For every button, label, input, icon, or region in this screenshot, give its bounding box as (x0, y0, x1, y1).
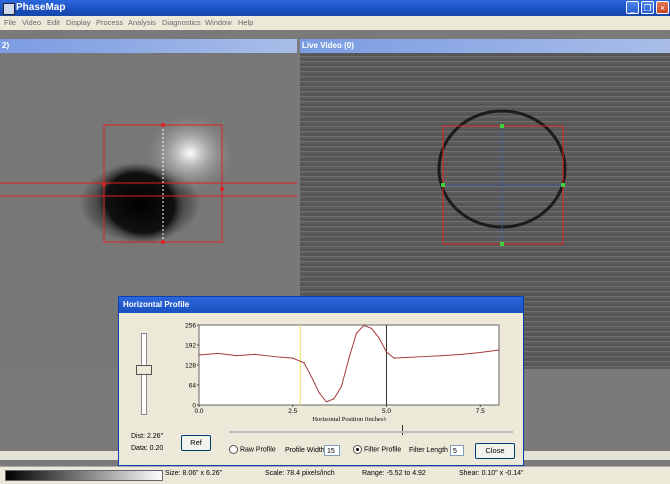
status-scale: Scale: 78.4 pixels/inch (265, 470, 335, 477)
dist-label: Dist: 2.26" (131, 433, 164, 440)
profile-slider-track[interactable] (229, 431, 513, 433)
y-tick-label: 64 (189, 383, 197, 390)
status-range: Range: -5.52 to 4.92 (362, 470, 426, 477)
profile-point (310, 376, 313, 378)
profile-chart: 0641281922560.0 2.5 5.0 7.5Horizontal Posit… (177, 321, 507, 421)
profile-point (333, 398, 335, 400)
app-title: PhaseMap (16, 2, 66, 13)
profile-point (385, 351, 388, 353)
profile-point (254, 353, 256, 355)
status-bar: Size: 8.06" x 6.26" Scale: 78.4 pixels/i… (0, 466, 670, 484)
menu-file[interactable]: File (4, 18, 16, 27)
y-tick-label: 128 (185, 363, 196, 370)
x-tick-label: 2.5 (288, 408, 297, 415)
raw-profile-label: Raw Profile (239, 446, 276, 454)
grayscale-colorbar (5, 470, 163, 481)
profile-point (498, 349, 500, 351)
profile-point (355, 332, 358, 334)
x-tick-label: 0.0 (194, 408, 203, 415)
filter-length-input[interactable]: 5 (450, 445, 464, 456)
raw-profile-option[interactable]: Raw Profile (229, 445, 276, 454)
profile-point (442, 355, 444, 357)
menu-bar: File Video Edit Display Process Analysis… (0, 16, 670, 30)
app-icon (3, 3, 15, 15)
profile-slider-thumb[interactable] (402, 425, 403, 435)
y-tick-label: 256 (185, 323, 196, 330)
profile-point (303, 362, 305, 364)
menu-help[interactable]: Help (238, 18, 253, 27)
live-video-window-title: Live Video (0) (300, 39, 670, 53)
profile-point (370, 327, 373, 330)
phase-map-window-title: 2) (0, 39, 297, 53)
y-tick-label: 192 (185, 343, 196, 350)
menu-edit[interactable]: Edit (47, 18, 60, 27)
close-dialog-button[interactable]: Close (475, 443, 515, 459)
title-bar: PhaseMap _ ❐ × (0, 0, 670, 16)
close-button[interactable]: × (656, 1, 669, 14)
status-shear: Shear: 0.10" x -0.14" (459, 470, 524, 477)
raw-profile-radio[interactable] (229, 445, 238, 454)
plot-area (198, 324, 500, 406)
menu-video[interactable]: Video (22, 18, 41, 27)
x-tick-label: 5.0 (382, 408, 391, 415)
profile-point (460, 353, 463, 355)
profile-point (340, 385, 343, 387)
x-axis-label: Horizontal Position (inches) (312, 416, 385, 421)
profile-point (378, 337, 380, 339)
profile-width-input[interactable]: 15 (324, 445, 340, 456)
profile-point (363, 324, 365, 326)
minimize-button[interactable]: _ (626, 1, 639, 14)
profile-point (348, 357, 350, 359)
profile-point (292, 357, 294, 359)
profile-point (273, 355, 275, 358)
dialog-title: Horizontal Profile (119, 297, 523, 313)
menu-window[interactable]: Window (205, 18, 232, 27)
filter-profile-radio[interactable] (353, 445, 362, 454)
filter-length-label: Filter Length (409, 447, 448, 454)
profile-point (325, 401, 328, 403)
profile-point (318, 391, 320, 394)
filter-profile-option[interactable]: Filter Profile (353, 445, 401, 454)
status-size: Size: 8.06" x 6.26" (165, 470, 223, 477)
profile-width-label: Profile Width (285, 447, 325, 454)
filter-profile-label: Filter Profile (363, 446, 402, 454)
ref-button[interactable]: Ref (181, 435, 211, 451)
profile-point (198, 354, 200, 356)
profile-point (404, 356, 406, 359)
menu-diagnostics[interactable]: Diagnostics (162, 18, 201, 27)
data-label: Data: 0.20 (131, 445, 164, 452)
profile-point (393, 357, 395, 359)
profile-point (423, 355, 425, 358)
menu-analysis[interactable]: Analysis (128, 18, 156, 27)
x-tick-label: 7.5 (476, 408, 485, 415)
vertical-slider-thumb[interactable] (136, 365, 152, 375)
profile-point (235, 355, 238, 357)
profile-point (217, 352, 219, 355)
menu-process[interactable]: Process (96, 18, 123, 27)
horizontal-profile-dialog: Horizontal Profile 0 64 128 192 256 0.0 2.5 5.0… (118, 296, 524, 466)
menu-display[interactable]: Display (66, 18, 91, 27)
maximize-button[interactable]: ❐ (641, 1, 654, 14)
profile-point (479, 351, 481, 354)
